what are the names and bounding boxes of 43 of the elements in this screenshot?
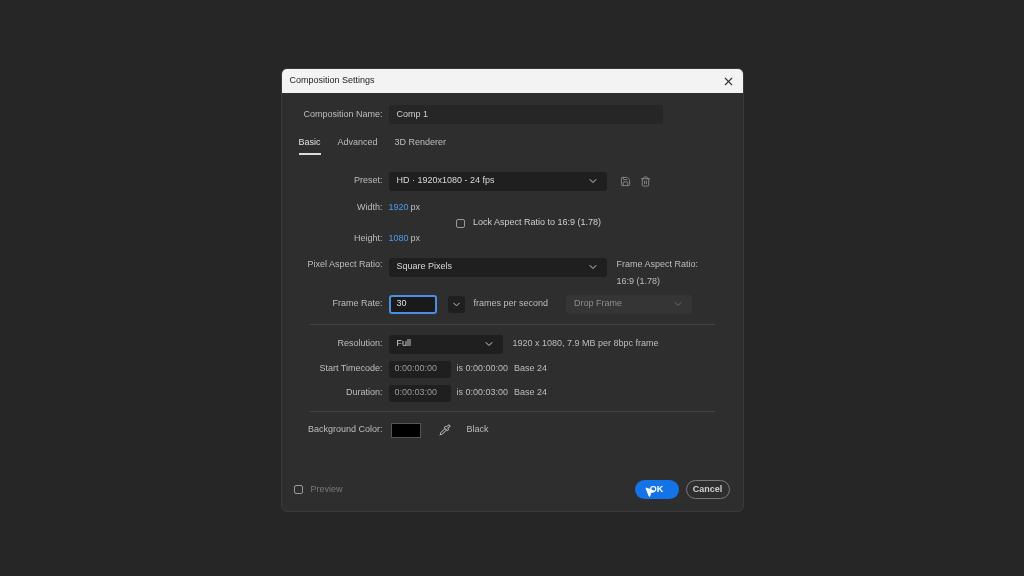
- field-label: Background Color:: [306, 423, 383, 437]
- field-label: Pixel Aspect Ratio:: [306, 257, 383, 271]
- timecode-field[interactable]: 0:00:03:00: [388, 384, 451, 402]
- checkbox[interactable]: [456, 218, 466, 228]
- preset-dropdown[interactable]: HD · 1920x1080 - 24 fps: [388, 171, 607, 191]
- field-label: Composition Name:: [302, 107, 383, 121]
- dimension-value[interactable]: 1920: [388, 200, 409, 214]
- tab[interactable]: 3D Renderer: [394, 136, 447, 155]
- field-label: Duration:: [344, 386, 383, 400]
- field-label: Width:: [356, 200, 383, 214]
- timecode-info: is 0:00:03:00: [456, 386, 509, 400]
- checkbox-label: Preview: [310, 482, 343, 496]
- field-label: Resolution:: [336, 337, 383, 351]
- color-swatch[interactable]: [390, 422, 421, 438]
- unit-label: frames per second: [473, 297, 549, 311]
- pixel-aspect-dropdown[interactable]: Square Pixels: [388, 257, 607, 277]
- checkbox-label: Lock Aspect Ratio to 16:9 (1.78): [473, 216, 602, 230]
- tab[interactable]: Advanced: [337, 136, 378, 155]
- trash-icon[interactable]: [639, 175, 651, 187]
- field-label: Height:: [352, 232, 383, 245]
- window-title: Composition Settings: [289, 74, 375, 88]
- timecode-info: is 0:00:00:00: [456, 362, 509, 376]
- field-label: Frame Rate:: [331, 297, 383, 311]
- timecode-field[interactable]: 0:00:00:00: [388, 360, 451, 378]
- field-label: Preset:: [353, 174, 383, 188]
- unit-label: px: [410, 200, 421, 214]
- frame-rate-field[interactable]: 30: [388, 294, 437, 314]
- timecode-base: Base 24: [514, 386, 548, 400]
- field-label: Start Timecode:: [318, 362, 383, 376]
- tab[interactable]: Basic: [298, 136, 321, 155]
- resolution-info: 1920 x 1080, 7.9 MB per 8bpc frame: [512, 337, 659, 351]
- timecode-base: Base 24: [514, 362, 548, 376]
- eyedropper-icon[interactable]: [438, 424, 451, 436]
- resolution-dropdown[interactable]: Full: [388, 334, 503, 354]
- save-icon[interactable]: [619, 175, 631, 187]
- frame-aspect-label: Frame Aspect Ratio:: [616, 257, 699, 271]
- frame-aspect-value: 16:9 (1.78): [616, 275, 662, 288]
- dimension-value[interactable]: 1080: [388, 232, 409, 246]
- unit-label: px: [410, 232, 421, 245]
- checkbox[interactable]: [293, 485, 303, 494]
- name-field[interactable]: Comp 1: [388, 105, 663, 124]
- color-name: Black: [466, 423, 489, 437]
- chevron-button[interactable]: [447, 295, 465, 313]
